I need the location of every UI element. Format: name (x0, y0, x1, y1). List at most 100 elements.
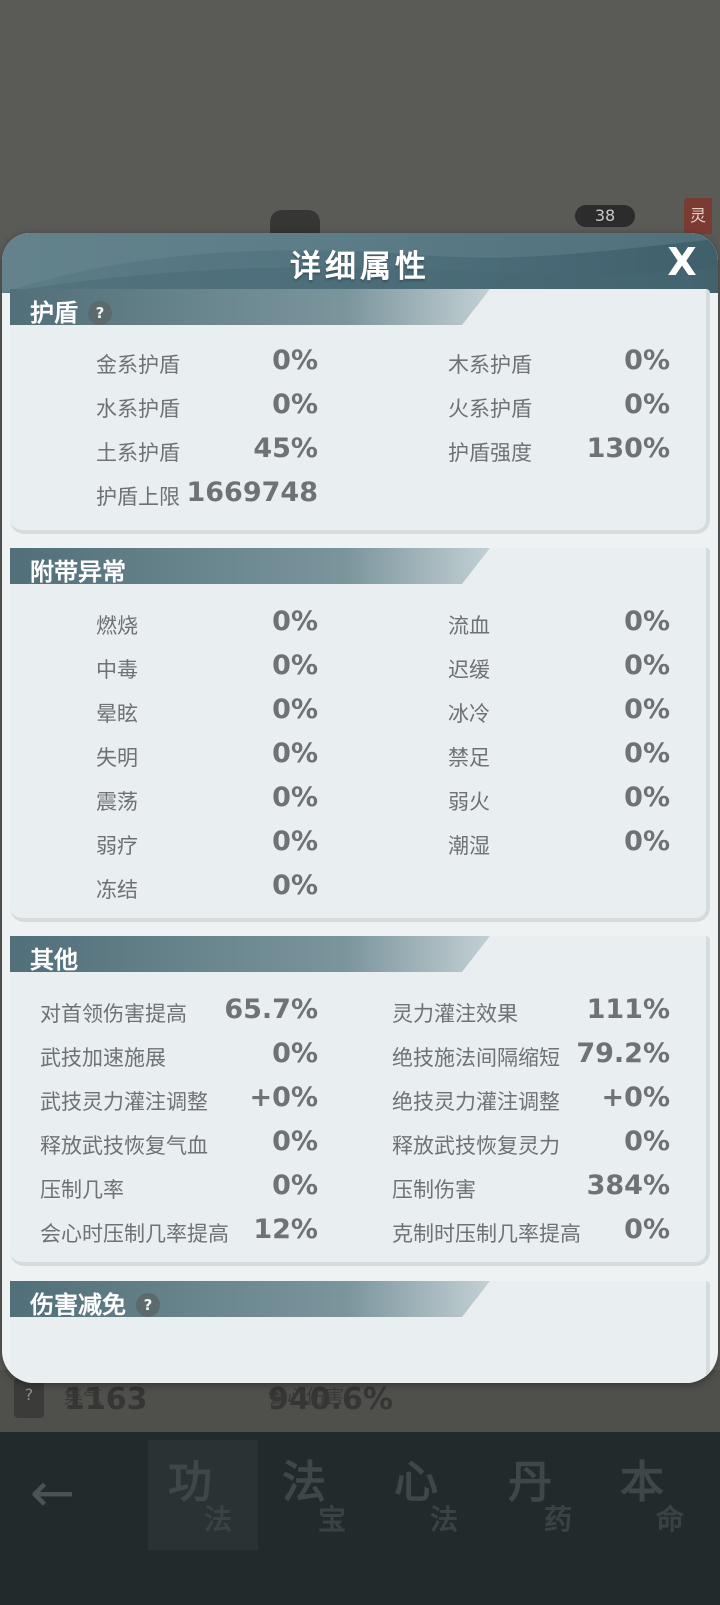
section-header-band (10, 936, 490, 972)
background-decoration (270, 210, 320, 234)
background-scene (0, 0, 720, 240)
stat-value: 0% (272, 1170, 318, 1201)
stat-label: 燃烧 (96, 614, 138, 638)
stat-label: 释放武技恢复气血 (40, 1134, 208, 1158)
stat-label: 冻结 (96, 878, 138, 902)
stat-value: 0% (272, 870, 318, 901)
back-arrow-icon[interactable]: ← (30, 1466, 90, 1520)
stat-label: 土系护盾 (96, 441, 180, 465)
stat-value: 130% (586, 433, 670, 464)
stat-value: 0% (624, 694, 670, 725)
stat-label: 禁足 (448, 746, 490, 770)
section-damage-reduction: 伤害减免? (10, 1281, 710, 1383)
nav-tab-xinfa[interactable]: 心 法 (374, 1440, 484, 1550)
stat-label: 护盾上限 (96, 485, 180, 509)
close-icon[interactable]: X (662, 243, 702, 283)
help-icon[interactable]: ? (88, 301, 112, 325)
stat-value: 0% (272, 389, 318, 420)
stat-value: 0% (624, 826, 670, 857)
section-header: 其他 (10, 936, 490, 974)
stat-label: 流血 (448, 614, 490, 638)
stat-value: 0% (272, 1126, 318, 1157)
stat-value: +0% (249, 1082, 318, 1113)
stat-label: 护盾强度 (448, 441, 532, 465)
stat-value: 65.7% (224, 994, 318, 1025)
section-header: 伤害减免? (10, 1281, 490, 1319)
stat-value: 0% (272, 826, 318, 857)
stat-value: 12% (253, 1214, 318, 1245)
stat-value: 384% (586, 1170, 670, 1201)
stat-value: 0% (272, 738, 318, 769)
nav-tab-danyao[interactable]: 丹 药 (488, 1440, 598, 1550)
section-title: 伤害减免? (30, 1285, 160, 1320)
stat-label: 火系护盾 (448, 397, 532, 421)
stat-label: 弱火 (448, 790, 490, 814)
stat-label: 绝技施法间隔缩短 (392, 1046, 560, 1070)
stat-value: 0% (624, 1126, 670, 1157)
stat-label: 会心时压制几率提高 (40, 1222, 229, 1246)
level-badge: 38 (575, 205, 635, 227)
stat-value: 0% (272, 1038, 318, 1069)
stat-value: 0% (272, 694, 318, 725)
side-tag: 灵 (684, 198, 712, 234)
panel-header: 详细属性 X (2, 233, 718, 293)
crit-damage-stat: ✳ 会心伤害 940.6% (268, 1382, 393, 1417)
stat-value: 0% (624, 389, 670, 420)
stat-label: 晕眩 (96, 702, 138, 726)
stat-value: 45% (253, 433, 318, 464)
stat-label: 对首领伤害提高 (40, 1002, 187, 1026)
section-abnormal: 附带异常 燃烧 0% 流血 0% 中毒 0% 迟缓 0% 晕眩 0% 冰冷 0%… (10, 548, 710, 922)
qi-stat: ∽ 集气 1163 (64, 1382, 148, 1417)
nav-tab-benming[interactable]: 本 命 (600, 1440, 710, 1550)
stat-label: 释放武技恢复灵力 (392, 1134, 560, 1158)
stat-value: 0% (624, 1214, 670, 1245)
stat-value: +0% (601, 1082, 670, 1113)
section-header: 附带异常 (10, 548, 490, 586)
stat-value: 0% (272, 782, 318, 813)
section-title: 附带异常 (30, 558, 126, 586)
stat-label: 迟缓 (448, 658, 490, 682)
stat-label: 压制伤害 (392, 1178, 476, 1202)
stat-label: 水系护盾 (96, 397, 180, 421)
nav-tab-fabao[interactable]: 法 宝 (262, 1440, 372, 1550)
stat-value: 111% (586, 994, 670, 1025)
section-shield: 护盾? 金系护盾 0% 木系护盾 0% 水系护盾 0% 火系护盾 0% 土系护盾… (10, 289, 710, 534)
stat-value: 0% (272, 606, 318, 637)
nav-tab-small: 命 (656, 1503, 685, 1536)
qi-value: 1163 (64, 1382, 148, 1417)
stat-label: 失明 (96, 746, 138, 770)
section-header: 护盾? (10, 289, 490, 327)
nav-tab-small: 法 (204, 1503, 233, 1536)
stat-label: 绝技灵力灌注调整 (392, 1090, 560, 1114)
stat-label: 冰冷 (448, 702, 490, 726)
section-other: 其他 对首领伤害提高 65.7% 灵力灌注效果 111% 武技加速施展 0% 绝… (10, 936, 710, 1266)
nav-tab-small: 药 (544, 1503, 573, 1536)
nav-tab-small: 宝 (318, 1503, 347, 1536)
stat-label: 压制几率 (40, 1178, 124, 1202)
stat-value: 0% (624, 738, 670, 769)
stat-value: 79.2% (576, 1038, 670, 1069)
stat-label: 武技灵力灌注调整 (40, 1090, 208, 1114)
stat-label: 武技加速施展 (40, 1046, 166, 1070)
section-title: 其他 (30, 946, 78, 974)
stat-label: 克制时压制几率提高 (392, 1222, 581, 1246)
crit-value: 940.6% (268, 1382, 393, 1417)
stats-help-icon[interactable]: ? (14, 1378, 44, 1418)
panel-title: 详细属性 (290, 249, 430, 285)
stat-label: 中毒 (96, 658, 138, 682)
stat-value: 1669748 (186, 477, 318, 508)
stat-label: 潮湿 (448, 834, 490, 858)
stat-value: 0% (272, 345, 318, 376)
stat-value: 0% (624, 345, 670, 376)
section-title: 护盾? (30, 293, 112, 328)
stat-value: 0% (272, 650, 318, 681)
stat-value: 0% (624, 606, 670, 637)
stat-label: 金系护盾 (96, 353, 180, 377)
stat-label: 灵力灌注效果 (392, 1002, 518, 1026)
stat-label: 弱疗 (96, 834, 138, 858)
detail-attributes-panel: 详细属性 X 护盾? 金系护盾 0% 木系护盾 0% 水系护盾 0% 火系护盾 … (2, 233, 718, 1383)
stat-label: 木系护盾 (448, 353, 532, 377)
stat-label: 震荡 (96, 790, 138, 814)
nav-tab-gongfa[interactable]: 功 法 (148, 1440, 258, 1550)
help-icon[interactable]: ? (136, 1293, 160, 1317)
